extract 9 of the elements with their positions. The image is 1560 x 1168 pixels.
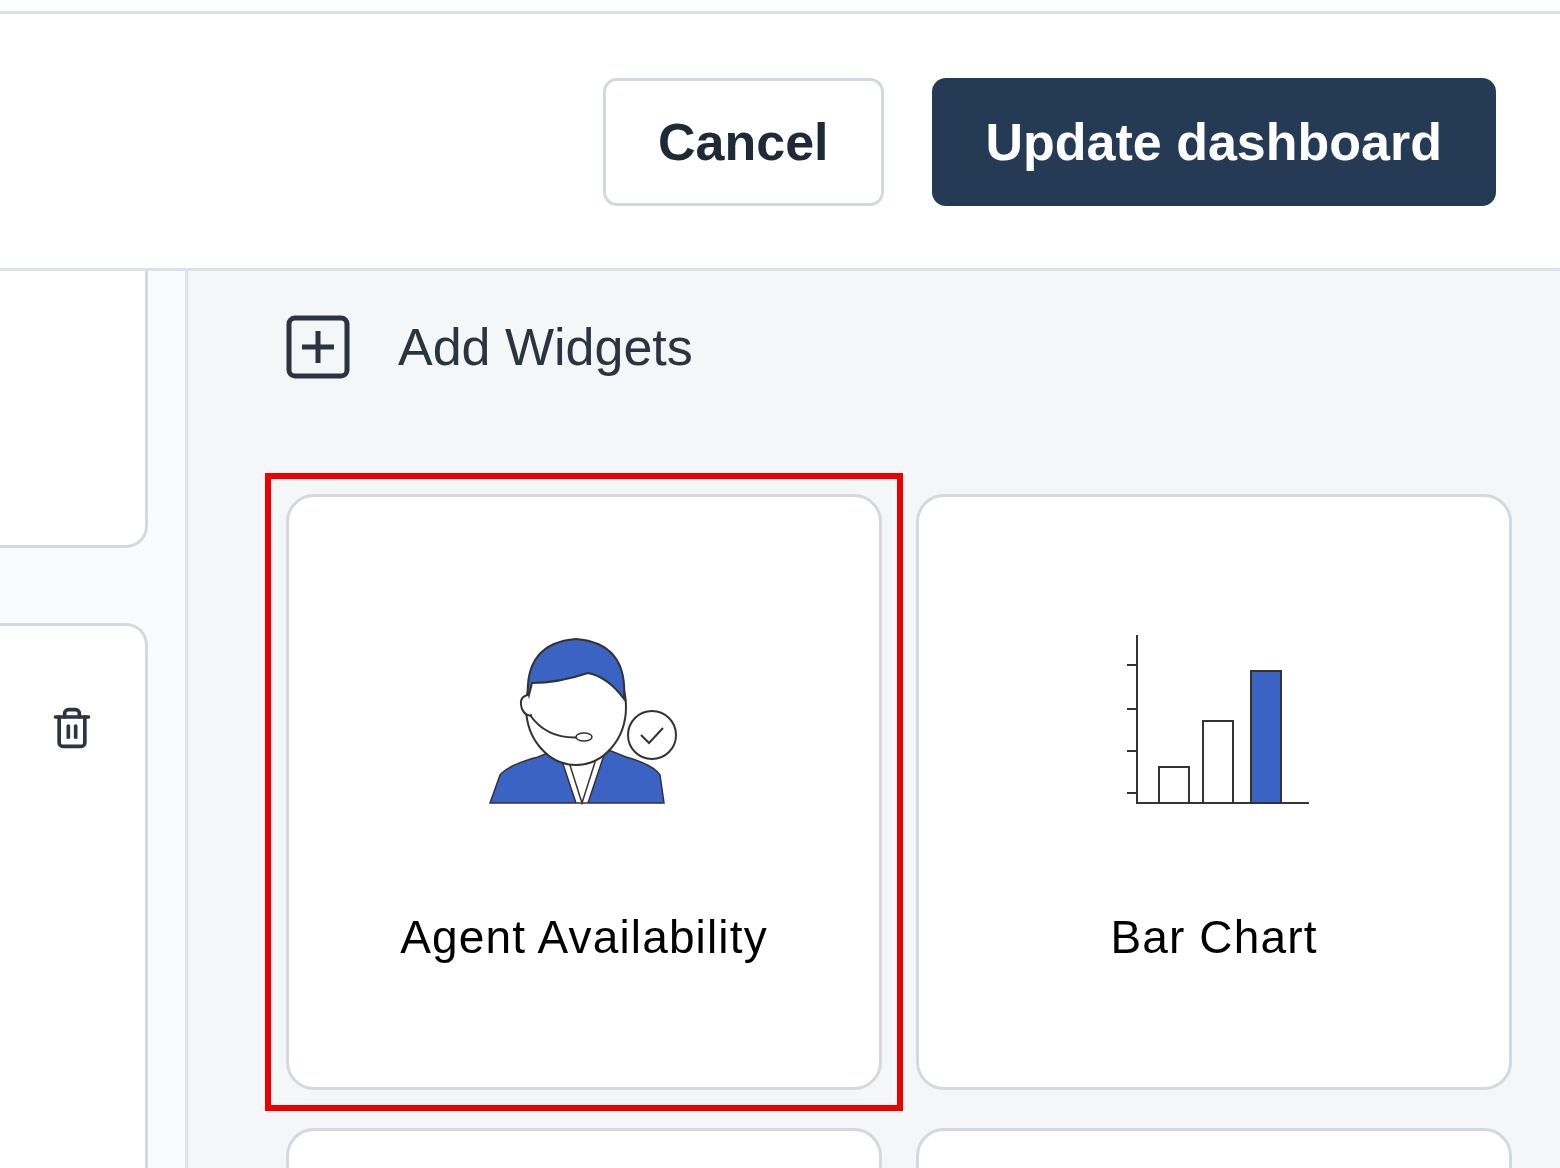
widget-label: Bar Chart	[1110, 910, 1318, 965]
widget-card[interactable]: Agent Availability	[286, 494, 882, 1090]
widget-card[interactable]: Bar Chart	[916, 494, 1512, 1090]
widget-label: Agent Availability	[400, 910, 768, 965]
update-button[interactable]: Update dashboard	[931, 78, 1496, 206]
support-agent-icon	[488, 637, 680, 807]
section-title: Add Widgets	[398, 317, 693, 378]
add-icon[interactable]	[286, 315, 350, 379]
cancel-button[interactable]: Cancel	[602, 78, 884, 206]
